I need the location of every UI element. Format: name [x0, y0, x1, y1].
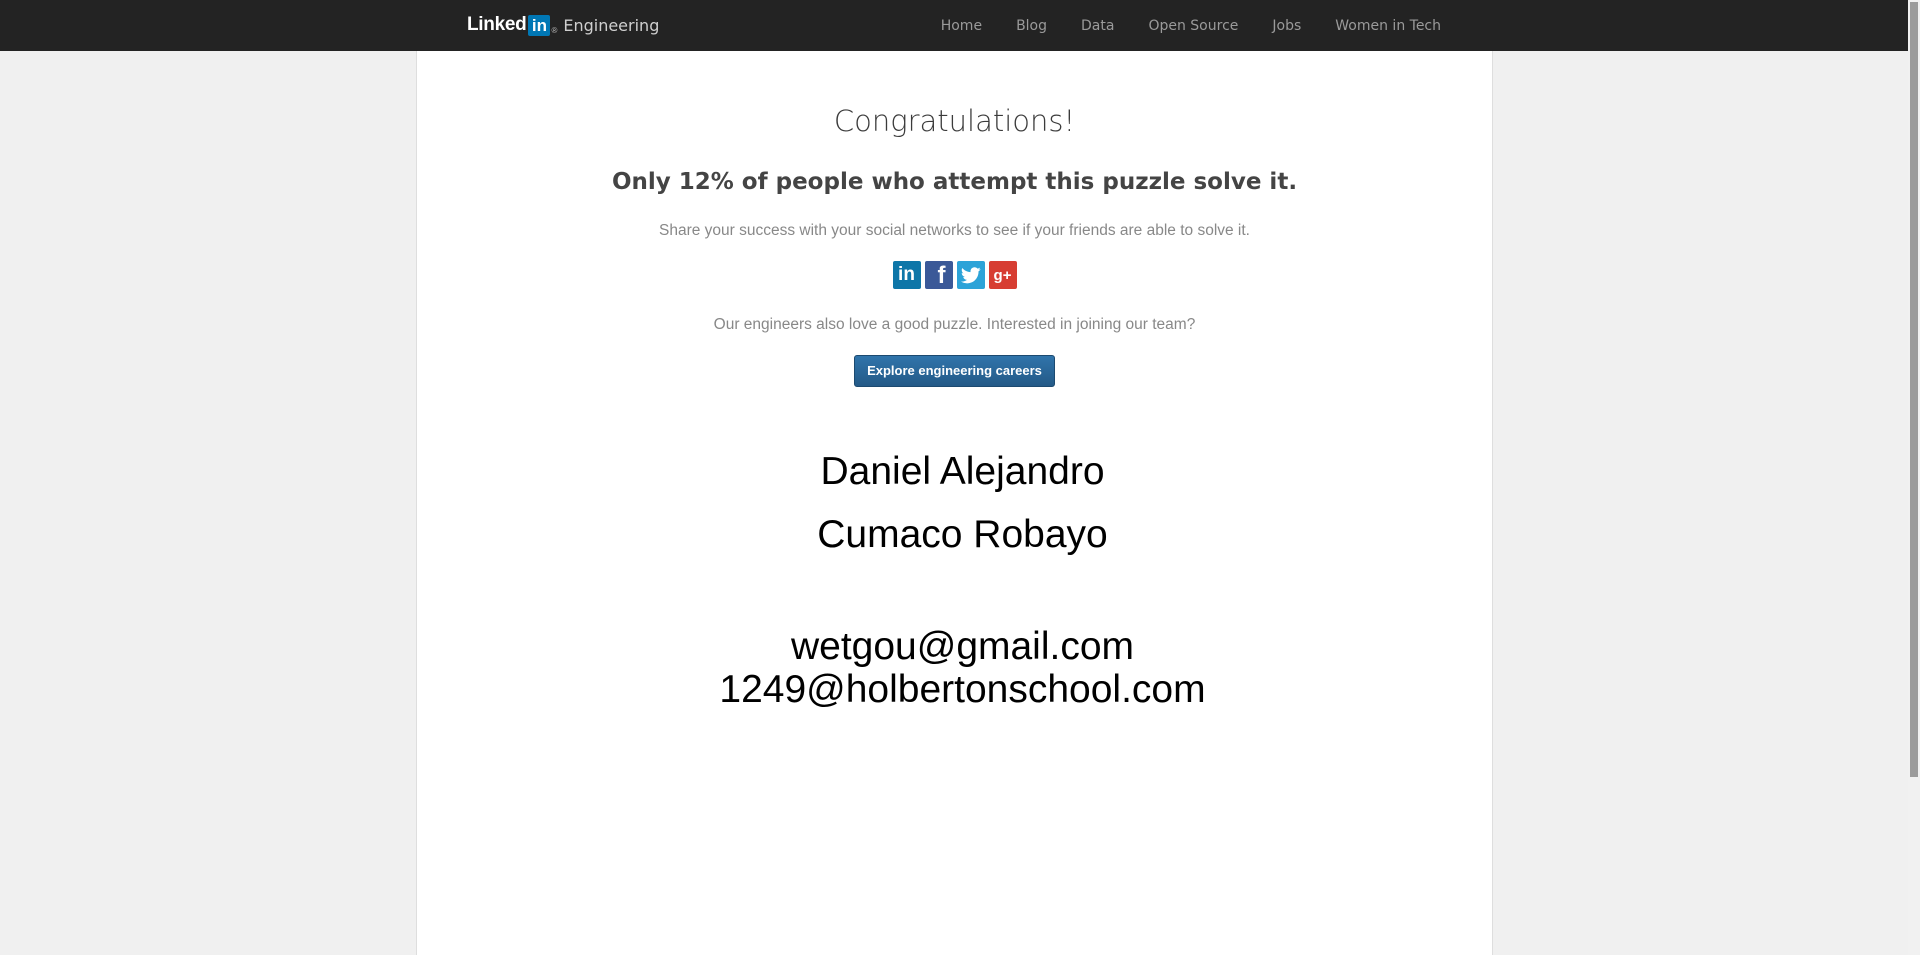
vertical-scrollbar[interactable]: [1908, 0, 1920, 955]
linkedin-logo-icon: in: [528, 14, 551, 36]
puzzle-stat-text: Only 12% of people who attempt this puzz…: [611, 169, 1298, 195]
explore-careers-button[interactable]: Explore engineering careers: [854, 355, 1055, 387]
linkedin-share-icon[interactable]: in: [892, 261, 921, 289]
facebook-share-glyph: f: [937, 262, 946, 289]
top-navbar: Linked in ® Engineering Home Blog Data O…: [0, 0, 1908, 51]
brand-logo[interactable]: Linked in ® Engineering: [467, 12, 659, 38]
brand-section-label: Engineering: [563, 15, 660, 35]
nav-link-data[interactable]: Data: [1081, 18, 1114, 34]
careers-button-wrapper: Explore engineering careers: [417, 355, 1492, 387]
solver-name-line2: Cumaco Robayo: [817, 513, 1108, 556]
scrollbar-thumb[interactable]: [1910, 2, 1918, 777]
social-share-buttons: in f twitter g+: [417, 261, 1492, 289]
nav-link-home[interactable]: Home: [941, 18, 982, 34]
nav-link-jobs[interactable]: Jobs: [1272, 18, 1301, 34]
nav-link-women-in-tech[interactable]: Women in Tech: [1335, 18, 1441, 34]
congratulations-heading: Congratulations!: [833, 104, 1076, 138]
main-content-panel: Congratulations! Only 12% of people who …: [416, 51, 1493, 955]
nav-link-open-source[interactable]: Open Source: [1148, 18, 1238, 34]
registered-mark: ®: [551, 25, 558, 35]
solver-name-line1: Daniel Alejandro: [820, 450, 1105, 493]
googleplus-share-icon[interactable]: g+: [988, 261, 1017, 289]
join-team-text: Our engineers also love a good puzzle. I…: [713, 316, 1196, 333]
share-prompt-text: Share your success with your social netw…: [659, 222, 1250, 239]
nav-link-blog[interactable]: Blog: [1016, 18, 1047, 34]
linkedin-share-glyph: in: [898, 264, 915, 285]
solver-email-1: wetgou@gmail.com: [790, 625, 1135, 668]
brand-linked-text: Linked: [467, 14, 527, 35]
nav-links: Home Blog Data Open Source Jobs Women in…: [907, 0, 1441, 51]
googleplus-share-glyph: g+: [993, 266, 1012, 284]
solver-email-2: 1249@holbertonschool.com: [719, 668, 1206, 711]
twitter-share-icon[interactable]: twitter: [956, 261, 985, 289]
twitter-bird-glyph: [960, 266, 981, 283]
facebook-share-icon[interactable]: f: [924, 261, 953, 289]
